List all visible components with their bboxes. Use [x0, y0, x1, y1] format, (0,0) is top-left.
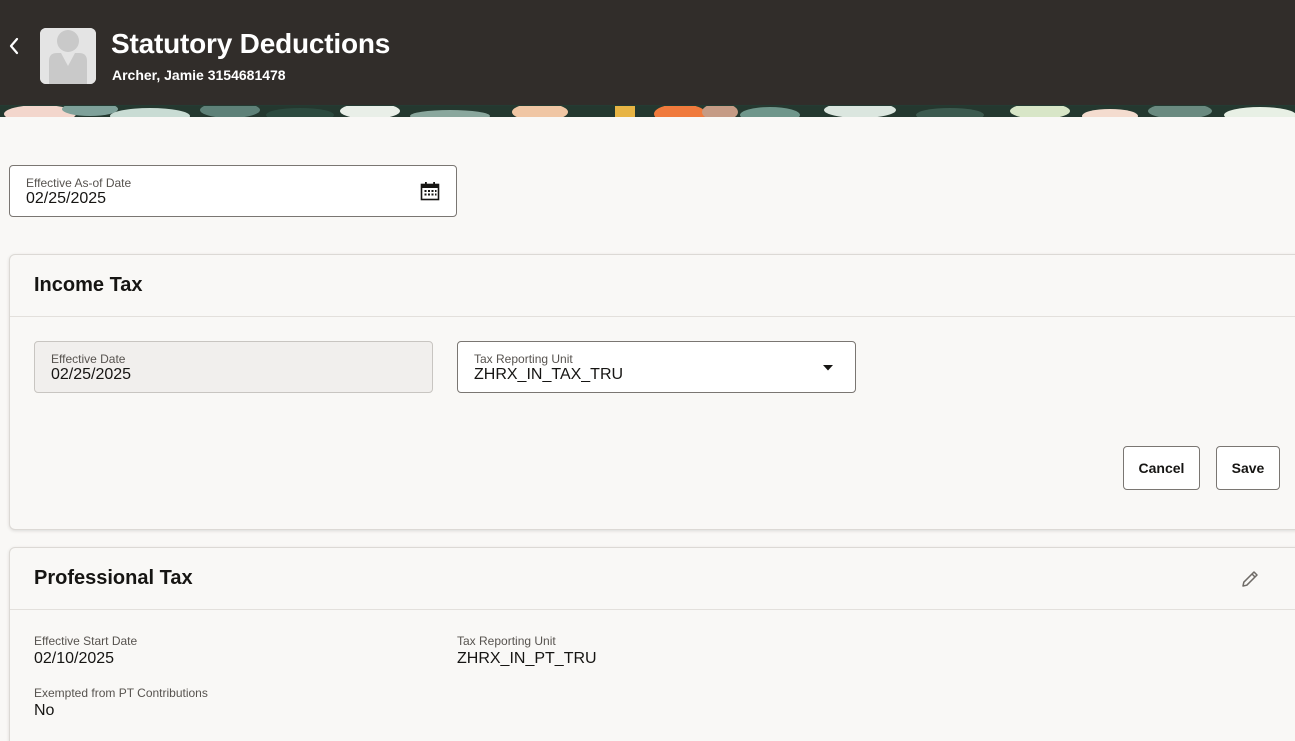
person-placeholder-icon — [40, 28, 96, 84]
effective-as-of-date-label: Effective As-of Date — [26, 176, 132, 190]
effective-as-of-date-value[interactable]: 02/25/2025 — [26, 190, 106, 208]
card-divider — [10, 316, 1295, 317]
chevron-left-icon — [9, 37, 19, 55]
income-tax-effective-date-label: Effective Date — [51, 352, 126, 366]
pt-tax-reporting-unit-value: ZHRX_IN_PT_TRU — [457, 650, 597, 667]
income-tax-reporting-unit-label: Tax Reporting Unit — [474, 352, 573, 366]
calendar-button[interactable] — [416, 178, 444, 204]
income-tax-reporting-unit-value[interactable]: ZHRX_IN_TAX_TRU — [474, 366, 623, 384]
calendar-icon — [420, 182, 440, 201]
back-button[interactable] — [2, 32, 26, 60]
page-title: Statutory Deductions — [111, 28, 391, 59]
income-tax-title: Income Tax — [34, 274, 143, 296]
avatar — [40, 28, 96, 84]
professional-tax-card: Professional Tax Effective Start Date 02… — [9, 547, 1295, 741]
exempted-pt-value: No — [34, 702, 55, 719]
person-subtitle: Archer, Jamie 3154681478 — [112, 67, 286, 83]
cancel-button[interactable]: Cancel — [1123, 446, 1200, 490]
caret-down-icon — [823, 365, 833, 371]
income-tax-card: Income Tax Effective Date 02/25/2025 Tax… — [9, 254, 1295, 530]
decorative-banner — [0, 105, 1295, 117]
dropdown-toggle[interactable] — [816, 356, 840, 380]
effective-start-date-value: 02/10/2025 — [34, 650, 115, 667]
effective-start-date-label: Effective Start Date — [34, 634, 138, 648]
exempted-pt-label: Exempted from PT Contributions — [34, 686, 208, 700]
income-tax-reporting-unit-select[interactable]: Tax Reporting Unit ZHRX_IN_TAX_TRU — [457, 341, 856, 393]
edit-button[interactable] — [1236, 565, 1264, 593]
effective-as-of-date-field[interactable]: Effective As-of Date 02/25/2025 — [9, 165, 457, 217]
professional-tax-title: Professional Tax — [34, 567, 193, 589]
card-divider — [10, 609, 1295, 610]
save-button[interactable]: Save — [1216, 446, 1280, 490]
income-tax-effective-date-field: Effective Date 02/25/2025 — [34, 341, 433, 393]
page-header: Statutory Deductions Archer, Jamie 31546… — [0, 0, 1295, 105]
pencil-icon — [1242, 571, 1258, 587]
pt-tax-reporting-unit-label: Tax Reporting Unit — [457, 634, 556, 648]
income-tax-effective-date-value: 02/25/2025 — [51, 366, 132, 383]
